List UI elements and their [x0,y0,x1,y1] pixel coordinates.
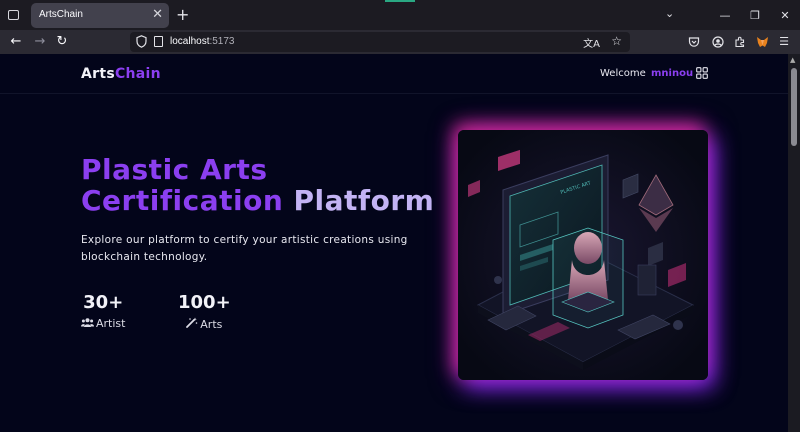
tab-artschain[interactable]: ArtsChain ✕ [31,3,169,28]
stat-arts: 100+ Arts [178,292,231,331]
tab-overview-icon[interactable] [6,7,22,23]
isometric-art-illustration: PLASTIC ART [458,130,708,380]
stat-artists: 30+ Artist [81,292,125,330]
hero-title: Plastic Arts Certification Platform [81,154,434,216]
restore-icon[interactable]: ❐ [740,9,770,22]
scroll-up-icon[interactable]: ▲ [790,56,795,64]
close-window-icon[interactable]: ✕ [770,9,800,22]
reload-icon[interactable]: ↻ [53,33,71,51]
tab-strip: ArtsChain ✕ + ⌄ — ❐ ✕ [0,0,800,30]
url-host: localhost [170,36,210,47]
app-menu-icon[interactable]: ☰ [775,33,793,51]
nav-toolbar: ← → ↻ localhost:5173 文A ☆ ☰ [0,30,800,54]
minimize-icon[interactable]: — [710,9,740,22]
welcome-label: Welcome [600,68,646,79]
new-tab-icon[interactable]: + [176,6,189,24]
stat-arts-value: 100+ [178,292,231,313]
tab-strip-accent [385,0,415,2]
site-header: ArtsChain Welcome mninou [0,54,788,94]
logo-text-chain: Chain [114,66,161,82]
logo-text-arts: Arts [81,66,115,82]
pocket-icon[interactable] [685,33,703,51]
site-logo[interactable]: ArtsChain [81,66,161,82]
browser-window: ArtsChain ✕ + ⌄ — ❐ ✕ ← → ↻ localhost:51… [0,0,800,432]
stat-artists-label-row: Artist [81,317,125,330]
tab-title: ArtsChain [39,9,83,20]
extensions-icon[interactable] [731,33,749,51]
forward-icon[interactable]: → [31,33,49,51]
url-text[interactable]: localhost:5173 [170,36,235,47]
list-all-tabs-icon[interactable]: ⌄ [665,7,674,20]
url-bar[interactable]: localhost:5173 文A ☆ [130,32,630,52]
grid-menu-icon[interactable] [696,67,708,79]
stat-arts-label-row: Arts [178,317,231,331]
username-link[interactable]: mninou [651,68,693,79]
hero-description: Explore our platform to certify your art… [81,234,408,263]
hero-artwork-image: PLASTIC ART [458,130,708,380]
magic-wand-icon [186,317,198,331]
window-controls: — ❐ ✕ [710,0,800,30]
bookmark-star-icon[interactable]: ☆ [611,34,622,48]
url-port: :5173 [209,36,235,47]
translate-icon[interactable]: 文A [583,35,600,50]
hero-title-platform: Platform [293,184,435,217]
page-info-icon[interactable] [154,36,163,47]
page-scrollbar[interactable]: ▲ [788,54,800,432]
stat-artists-value: 30+ [83,292,124,313]
metamask-fox-icon[interactable] [753,33,771,51]
users-icon [81,318,94,330]
account-icon[interactable] [709,33,727,51]
shield-icon[interactable] [136,35,147,48]
back-icon[interactable]: ← [7,33,25,51]
close-tab-icon[interactable]: ✕ [152,7,163,23]
scrollbar-thumb[interactable] [791,68,797,146]
hero-title-line1: Plastic Arts [81,153,268,186]
stat-arts-label: Arts [200,318,223,331]
stat-artists-label: Artist [96,317,126,330]
hero-title-certification: Certification [81,184,284,217]
page-viewport: ArtsChain Welcome mninou Plastic Arts Ce… [0,54,788,432]
